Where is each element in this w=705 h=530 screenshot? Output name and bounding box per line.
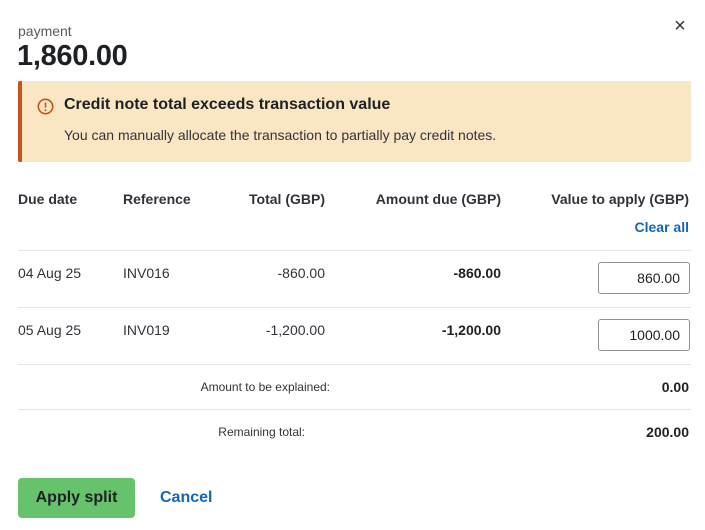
column-header-total: Total (GBP) xyxy=(249,191,325,207)
alert-message: You can manually allocate the transactio… xyxy=(64,127,497,143)
column-header-reference: Reference xyxy=(123,191,191,207)
remaining-total-label: Remaining total: xyxy=(218,425,305,439)
row-amount-due: -1,200.00 xyxy=(441,322,501,338)
warning-alert: Credit note total exceeds transaction va… xyxy=(18,81,691,162)
row-total: -1,200.00 xyxy=(265,322,325,338)
transaction-amount: 1,860.00 xyxy=(17,40,128,72)
row-due-date: 04 Aug 25 xyxy=(18,265,82,281)
warning-circle-icon xyxy=(37,98,54,115)
column-header-value-to-apply: Value to apply (GBP) xyxy=(551,191,689,207)
row-amount-due: -860.00 xyxy=(453,265,501,281)
value-to-apply-input[interactable] xyxy=(598,262,690,294)
cancel-button[interactable]: Cancel xyxy=(160,489,212,507)
alert-title: Credit note total exceeds transaction va… xyxy=(64,96,391,113)
transaction-type-label: payment xyxy=(18,23,72,39)
divider xyxy=(18,409,691,410)
divider xyxy=(18,307,691,308)
close-icon[interactable]: × xyxy=(670,16,690,36)
clear-all-link[interactable]: Clear all xyxy=(635,219,689,235)
row-total: -860.00 xyxy=(277,265,325,281)
apply-split-button[interactable]: Apply split xyxy=(18,478,135,518)
remaining-total-value: 200.00 xyxy=(646,424,689,440)
amount-to-explain-label: Amount to be explained: xyxy=(200,380,330,394)
row-reference: INV016 xyxy=(123,265,170,281)
divider xyxy=(18,250,691,251)
row-reference: INV019 xyxy=(123,322,170,338)
value-to-apply-input[interactable] xyxy=(598,319,690,351)
divider xyxy=(18,364,691,365)
column-header-due-date: Due date xyxy=(18,191,78,207)
amount-to-explain-value: 0.00 xyxy=(661,379,689,395)
column-header-amount-due: Amount due (GBP) xyxy=(375,191,501,207)
row-due-date: 05 Aug 25 xyxy=(18,322,82,338)
